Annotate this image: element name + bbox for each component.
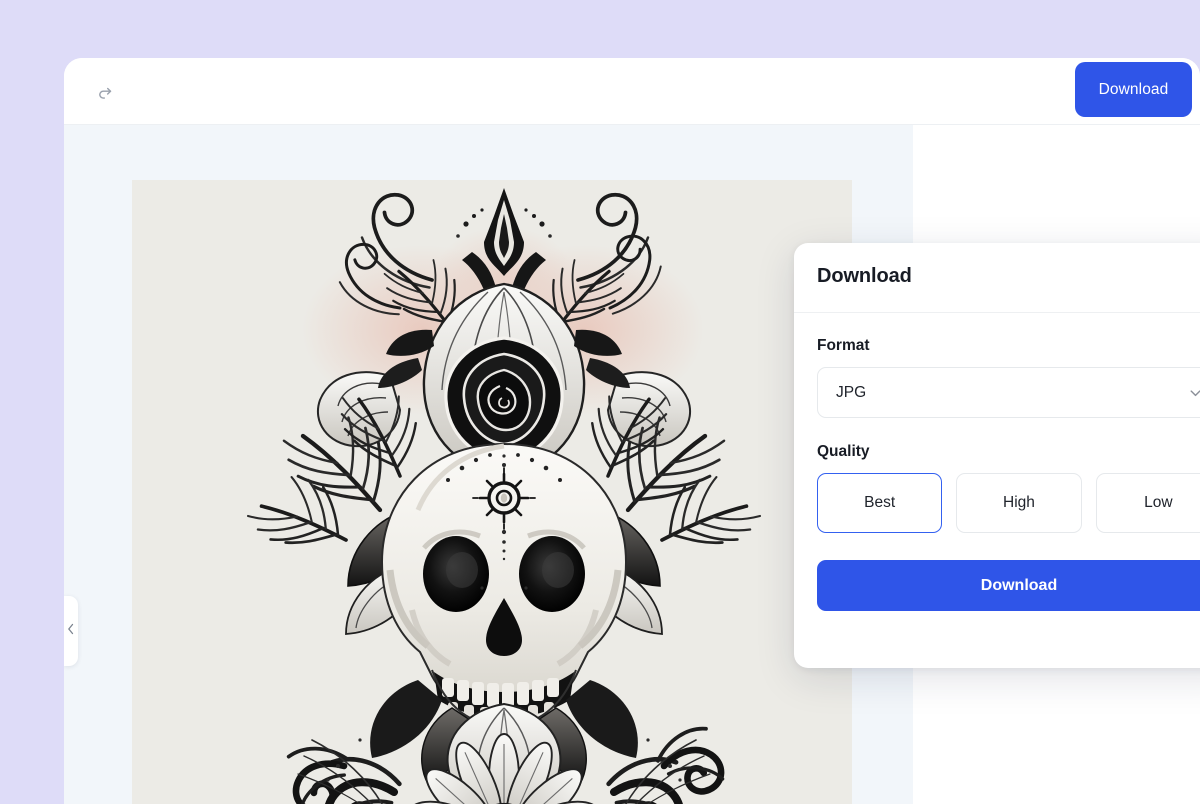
format-label: Format bbox=[817, 337, 870, 354]
app-window: Download Download Format JPG Quality Bes… bbox=[64, 58, 1200, 804]
app-header: Download bbox=[64, 58, 1200, 125]
modal-title: Download bbox=[817, 265, 912, 287]
modal-body: Format JPG Quality Best High Low Downloa… bbox=[794, 313, 1200, 611]
workspace: Download Format JPG Quality Best High Lo… bbox=[64, 125, 1200, 804]
redo-arrow-icon bbox=[96, 84, 115, 103]
quality-label: Quality bbox=[817, 443, 870, 460]
header-download-button[interactable]: Download bbox=[1075, 62, 1192, 117]
redo-button[interactable] bbox=[90, 78, 120, 108]
quality-option-best[interactable]: Best bbox=[817, 473, 943, 533]
ornamental-skull-tattoo-artwork bbox=[132, 180, 852, 804]
quality-option-low[interactable]: Low bbox=[1095, 473, 1200, 533]
sidebar-collapse-handle[interactable] bbox=[64, 596, 78, 666]
modal-header: Download bbox=[794, 243, 1200, 313]
image-canvas[interactable] bbox=[132, 180, 852, 804]
quality-options: Best High Low bbox=[817, 473, 1200, 533]
modal-download-button[interactable]: Download bbox=[817, 560, 1200, 611]
quality-option-high[interactable]: High bbox=[956, 473, 1082, 533]
chevron-left-icon bbox=[67, 622, 75, 640]
format-select[interactable]: JPG bbox=[817, 367, 1200, 418]
download-modal: Download Format JPG Quality Best High Lo… bbox=[794, 243, 1200, 668]
chevron-down-icon bbox=[1187, 384, 1200, 401]
format-select-value: JPG bbox=[836, 383, 867, 401]
